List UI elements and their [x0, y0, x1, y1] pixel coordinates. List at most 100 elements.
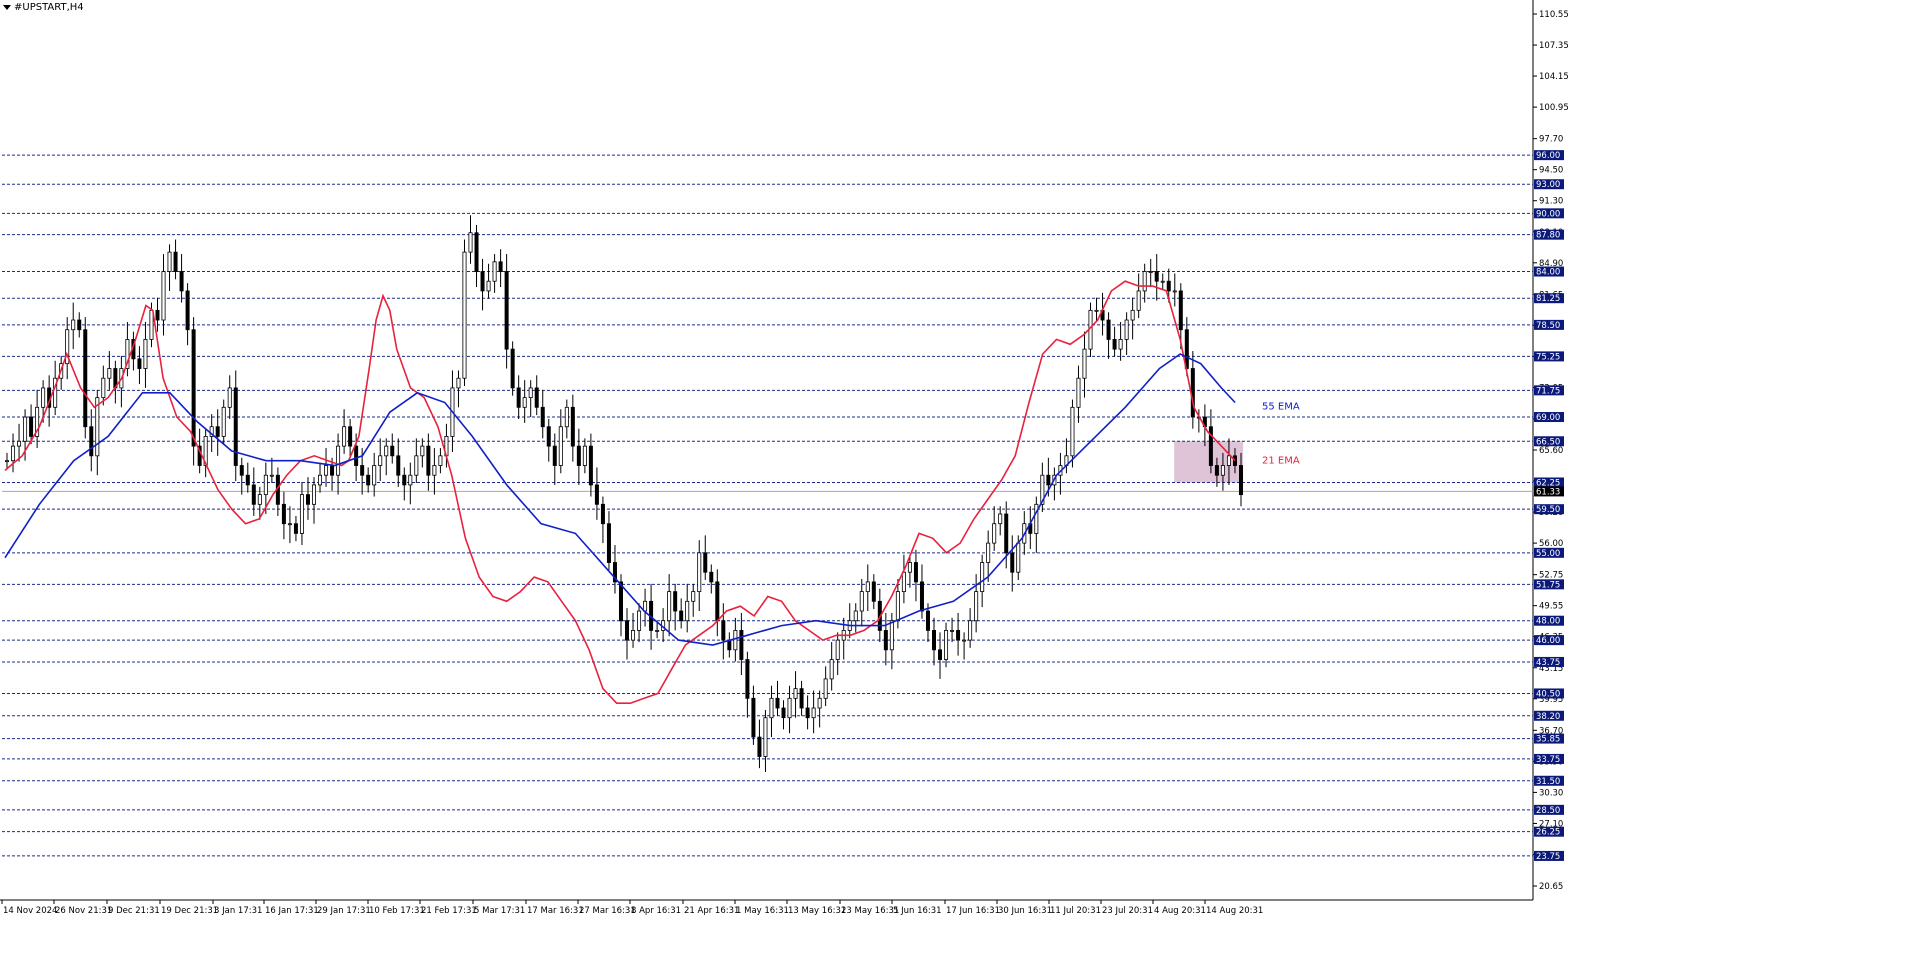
- candle-body: [775, 697, 780, 709]
- highlight-box: [1174, 441, 1244, 483]
- candle-body: [348, 426, 353, 447]
- y-tick-label: 65.60: [1539, 446, 1563, 456]
- candle-body: [787, 697, 792, 719]
- level-label: 87.80: [1536, 231, 1560, 241]
- candle-body: [685, 600, 690, 622]
- y-tick-label: 30.30: [1539, 788, 1563, 798]
- candle-body: [938, 649, 943, 660]
- x-tick-label: 16 Jan 17:31: [265, 906, 319, 916]
- candle-body: [438, 455, 443, 466]
- candle-body: [1010, 552, 1015, 573]
- title-arrow-icon[interactable]: [3, 5, 11, 10]
- candle-body: [709, 571, 714, 583]
- candle-body: [1046, 474, 1051, 486]
- candle-body: [739, 630, 744, 660]
- candle-body: [318, 474, 323, 486]
- candle-body: [1130, 309, 1135, 321]
- candle-body: [191, 329, 196, 447]
- candle-body: [287, 523, 292, 526]
- candle-body: [721, 620, 726, 641]
- candle-body: [281, 503, 286, 525]
- level-label: 38.20: [1536, 712, 1560, 722]
- candle-body: [703, 552, 708, 573]
- x-tick-label: 11 Jul 20:31: [1050, 906, 1101, 916]
- candle-body: [673, 591, 678, 612]
- candle-body: [17, 440, 22, 447]
- candle-body: [1148, 271, 1153, 273]
- current-price-label: 61.33: [1536, 487, 1560, 497]
- candle-body: [257, 494, 262, 505]
- level-label: 59.50: [1536, 505, 1560, 515]
- candle-body: [426, 445, 431, 476]
- candle-body: [5, 460, 10, 463]
- x-tick-label: 9 Dec 21:31: [108, 906, 160, 916]
- candle-body: [1142, 271, 1147, 292]
- candle-body: [366, 474, 371, 486]
- candle-body: [23, 416, 28, 442]
- candle-body: [510, 348, 515, 389]
- candle-body: [600, 503, 605, 525]
- candle-body: [992, 523, 997, 544]
- candle-body: [299, 494, 304, 534]
- candle-body: [932, 630, 937, 651]
- x-tick-label: 27 Mar 16:31: [579, 906, 636, 916]
- candle-body: [233, 387, 238, 466]
- chart-area[interactable]: 110.55 107.35 104.15 100.95 97.70 94.50 91.30 8…: [0, 0, 1916, 963]
- x-tick-label: 5 Jun 16:31: [893, 906, 942, 916]
- candle-body: [540, 406, 545, 428]
- candle-body: [968, 620, 973, 641]
- x-tick-label: 21 Feb 17:31: [421, 906, 477, 916]
- candle-body: [480, 271, 485, 292]
- candle-body: [667, 591, 672, 622]
- candle-body: [534, 387, 539, 408]
- y-tick-label: 20.65: [1539, 882, 1563, 892]
- candle-body: [751, 697, 756, 738]
- candle-body: [167, 251, 172, 272]
- candle-body: [1004, 513, 1009, 554]
- candle-body: [330, 465, 335, 476]
- x-tick-label: 14 Nov 2024: [3, 906, 57, 916]
- level-label: 66.50: [1536, 437, 1560, 447]
- candle-body: [564, 406, 569, 428]
- level-label: 71.75: [1536, 386, 1560, 396]
- candle-body: [41, 387, 46, 408]
- candle-body: [925, 610, 930, 631]
- price-chart[interactable]: 110.55 107.35 104.15 100.95 97.70 94.50 91.30 8…: [0, 0, 1916, 963]
- level-label: 23.75: [1536, 852, 1560, 862]
- candle-body: [811, 707, 816, 719]
- level-label: 75.25: [1536, 352, 1560, 362]
- candle-body: [101, 377, 106, 399]
- candle-body: [1208, 426, 1213, 466]
- level-label: 78.50: [1536, 321, 1560, 331]
- candle-body: [582, 445, 587, 466]
- level-label: 26.25: [1536, 828, 1560, 838]
- candle-body: [221, 406, 226, 437]
- candle-body: [697, 552, 702, 593]
- candle-body: [137, 358, 142, 369]
- y-tick-label: 100.95: [1539, 103, 1569, 113]
- level-label: 55.00: [1536, 549, 1560, 559]
- candle-body: [245, 474, 250, 486]
- candle-body: [89, 426, 94, 457]
- y-tick-label: 107.35: [1539, 41, 1569, 51]
- candle-body: [468, 232, 473, 253]
- candle-body: [83, 329, 88, 428]
- level-label: 51.75: [1536, 580, 1560, 590]
- candle-body: [420, 445, 425, 457]
- candle-body: [492, 261, 497, 282]
- candle-body: [950, 630, 955, 632]
- level-label: 40.50: [1536, 689, 1560, 699]
- y-tick-label: 110.55: [1539, 10, 1569, 20]
- candle-body: [781, 707, 786, 719]
- candle-body: [402, 474, 407, 486]
- chart-title: #UPSTART,H4: [3, 2, 84, 13]
- candle-body: [1172, 290, 1177, 293]
- candle-body: [1082, 348, 1087, 379]
- candle-body: [980, 562, 985, 593]
- candle-body: [962, 639, 967, 642]
- candle-body: [1070, 406, 1075, 457]
- y-tick-label: 97.70: [1539, 135, 1563, 145]
- candle-body: [185, 290, 190, 331]
- candle-body: [336, 445, 341, 476]
- level-label: 69.00: [1536, 413, 1560, 423]
